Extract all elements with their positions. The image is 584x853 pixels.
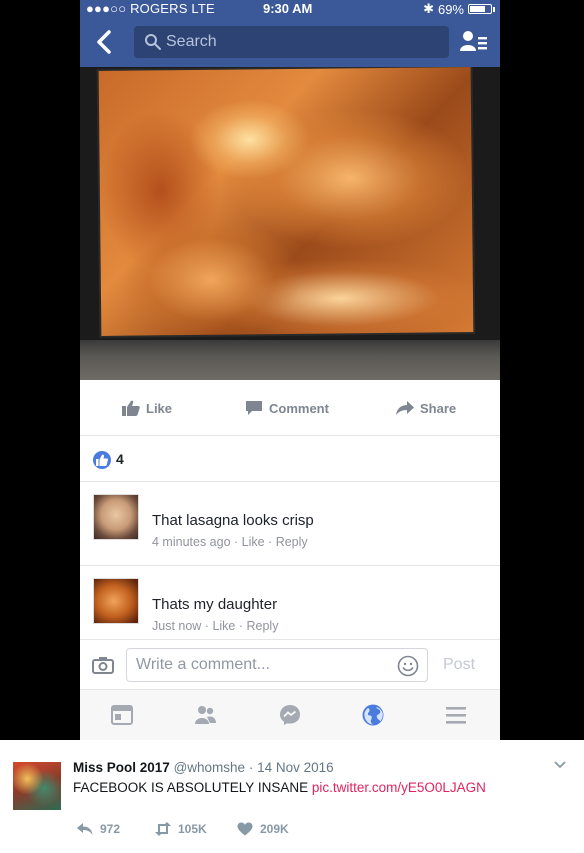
- friends-icon[interactable]: [193, 703, 217, 727]
- tweet-author-name[interactable]: Miss Pool 2017: [73, 760, 170, 775]
- menu-icon[interactable]: [444, 703, 468, 727]
- commenter-avatar[interactable]: [93, 494, 139, 540]
- reply-count: 972: [100, 822, 121, 836]
- comment-like-link[interactable]: Like: [242, 535, 265, 549]
- battery-icon: [468, 4, 495, 14]
- carrier-label: ●●●○○ ROGERS LTE: [86, 1, 215, 16]
- top-nav-bar: Search: [80, 17, 500, 67]
- tweet-author-handle[interactable]: @whomshe: [174, 760, 245, 775]
- tweet-date[interactable]: 14 Nov 2016: [257, 760, 334, 775]
- bluetooth-icon: ✱: [423, 1, 434, 16]
- search-input[interactable]: Search: [134, 26, 449, 58]
- thumb-glyph: [96, 454, 108, 466]
- share-button[interactable]: Share: [396, 400, 456, 416]
- tweet-text: FACEBOOK IS ABSOLUTELY INSANE pic.twitte…: [73, 780, 486, 795]
- comment-meta: Just now · Like · Reply: [152, 619, 279, 633]
- comment-input[interactable]: Write a comment...: [126, 648, 428, 682]
- comment-placeholder: Write a comment...: [136, 656, 270, 673]
- tweet-author-avatar[interactable]: [13, 762, 61, 810]
- comment-item: Thats my daughter Just now · Like · Repl…: [80, 566, 500, 640]
- comment-meta: 4 minutes ago · Like · Reply: [152, 535, 308, 549]
- post-actions-bar: Like Comment Share: [80, 380, 500, 436]
- heart-icon: [237, 822, 253, 836]
- camera-icon[interactable]: [92, 656, 114, 674]
- back-arrow-icon[interactable]: [94, 29, 116, 55]
- comment-reply-link[interactable]: Reply: [247, 619, 279, 633]
- post-comment-button[interactable]: Post: [443, 656, 475, 674]
- chevron-down-icon[interactable]: [553, 760, 567, 770]
- share-label: Share: [420, 400, 457, 416]
- comment-text: That lasagna looks crisp: [152, 512, 314, 529]
- reply-arrow-icon: [77, 823, 93, 835]
- phone-screenshot: ●●●○○ ROGERS LTE 9:30 AM ✱ 69% Search Li…: [80, 0, 500, 740]
- bottom-tab-bar: [80, 690, 500, 740]
- comment-label: Comment: [269, 400, 329, 416]
- reply-button[interactable]: 972: [77, 822, 120, 836]
- like-button[interactable]: Like: [122, 400, 172, 416]
- commenter-avatar[interactable]: [93, 578, 139, 624]
- tweet-separator: ·: [248, 760, 254, 775]
- friend-requests-icon[interactable]: [460, 29, 488, 55]
- clock: 9:30 AM: [263, 1, 313, 16]
- share-arrow-icon: [396, 401, 414, 415]
- status-right: ✱ 69%: [423, 1, 495, 17]
- battery-percent: 69%: [437, 1, 464, 17]
- comment-button[interactable]: Comment: [245, 400, 329, 416]
- comment-time: 4 minutes ago: [152, 535, 231, 549]
- thumbs-up-icon: [122, 400, 140, 416]
- comment-time: Just now: [152, 619, 202, 633]
- news-feed-icon[interactable]: [110, 703, 134, 727]
- countertop-background: [80, 340, 500, 380]
- retweet-button[interactable]: 105K: [155, 822, 207, 836]
- like-count: 209K: [260, 822, 289, 836]
- retweet-icon: [155, 822, 171, 836]
- like-tweet-button[interactable]: 209K: [237, 822, 289, 836]
- status-bar: ●●●○○ ROGERS LTE 9:30 AM ✱ 69%: [80, 0, 500, 17]
- ultrasound-image: [98, 67, 474, 336]
- globe-notifications-icon[interactable]: [361, 703, 385, 727]
- comment-item: That lasagna looks crisp 4 minutes ago ·…: [80, 482, 500, 566]
- reaction-count: 4: [116, 451, 124, 467]
- write-comment-bar: Write a comment... Post: [80, 640, 500, 690]
- tweet-card: Miss Pool 2017 @whomshe · 14 Nov 2016 FA…: [0, 740, 584, 853]
- search-icon: [145, 34, 161, 50]
- retweet-count: 105K: [178, 822, 207, 836]
- like-reaction-icon: [93, 451, 111, 469]
- comment-bubble-icon: [246, 401, 262, 415]
- comment-reply-link[interactable]: Reply: [276, 535, 308, 549]
- reactions-row[interactable]: 4: [80, 436, 500, 482]
- search-placeholder: Search: [166, 33, 217, 50]
- tweet-pic-link[interactable]: pic.twitter.com/yE5O0LJAGN: [312, 780, 486, 795]
- like-label: Like: [146, 400, 173, 416]
- sticker-smiley-icon[interactable]: [397, 655, 419, 677]
- tweet-body: FACEBOOK IS ABSOLUTELY INSANE: [73, 780, 309, 795]
- comment-text: Thats my daughter: [152, 596, 278, 613]
- post-photo[interactable]: [80, 67, 500, 380]
- comment-like-link[interactable]: Like: [212, 619, 235, 633]
- tweet-header: Miss Pool 2017 @whomshe · 14 Nov 2016: [73, 760, 334, 775]
- messenger-icon[interactable]: [278, 703, 302, 727]
